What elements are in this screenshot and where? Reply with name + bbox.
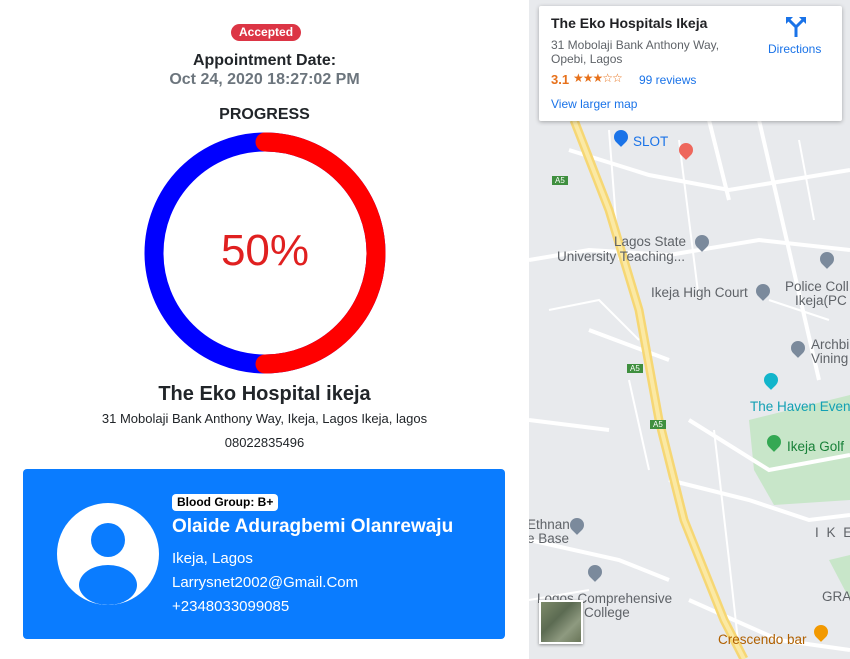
map-label-high-court: Ikeja High Court [651,285,748,300]
view-larger-map-link[interactable]: View larger map [551,97,637,111]
reviews-link[interactable]: 99 reviews [639,73,696,87]
map-label-police-2: Ikeja(PC [795,293,847,308]
user-icon [79,523,137,605]
road-label-a5-3: A5 [650,420,666,429]
road-label-a5-1: A5 [552,176,568,185]
appointment-date-value: Oct 24, 2020 18:27:02 PM [169,71,360,88]
place-address-line1: 31 Mobolaji Bank Anthony Way, [551,38,720,52]
progress-ring: 50% [144,132,386,374]
map-label-ikeja-area: I K E [815,525,850,540]
map-label-haven: The Haven Even [750,399,850,414]
patient-location: Ikeja, Lagos [172,550,253,567]
appointment-date-label: Appointment Date: [192,52,337,69]
avatar [57,503,159,605]
status-badge: Accepted [231,24,302,41]
patient-card: Blood Group: B+ Olaide Aduragbemi Olanre… [23,469,505,639]
map-label-comp-2: College [584,605,630,620]
map-label-slot: SLOT [633,134,669,149]
map-label-police-1: Police Coll [785,279,849,294]
patient-name: Olaide Aduragbemi Olanrewaju [172,516,454,537]
map-label-ethnan-2: e Base [529,531,570,546]
road-label-a5-2: A5 [627,364,643,373]
patient-phone: +2348033099085 [172,598,290,615]
place-address-line2: Opebi, Lagos [551,52,623,66]
hospital-address: 31 Mobolaji Bank Anthony Way, Ikeja, Lag… [101,411,428,426]
map-label-archbi-2: Vining [811,351,849,366]
place-rating: 3.1 [551,72,570,87]
directions-icon[interactable] [785,16,807,38]
hospital-phone: 08022835496 [224,435,305,450]
map-embed[interactable]: SLOT Lagos State University Teaching... … [529,0,850,659]
appointment-panel: Accepted Appointment Date: Oct 24, 2020 … [0,0,529,659]
satellite-view-toggle[interactable] [539,600,583,644]
patient-email: Larrysnet2002@Gmail.Com [172,574,359,591]
map-label-gra: GRA [822,589,850,604]
map-label-crescendo: Crescendo bar [718,632,807,647]
map-label-lasu-1: Lagos State [614,234,687,249]
progress-title: PROGRESS [219,106,310,123]
blood-group-badge: Blood Group: B+ [172,494,279,511]
place-info-card: The Eko Hospitals Ikeja 31 Mobolaji Bank… [539,6,842,121]
place-title: The Eko Hospitals Ikeja [551,15,708,31]
hospital-name: The Eko Hospital ikeja [158,383,371,405]
progress-percent: 50% [221,226,309,275]
rating-stars: ★★★☆☆ [573,71,623,85]
map-label-ethnan-1: Ethnan [529,517,570,532]
directions-button[interactable]: Directions [768,42,821,56]
map-label-lasu-2: University Teaching... [557,249,686,264]
map-label-golf: Ikeja Golf [787,439,845,454]
map-label-archbi-1: Archbi [811,337,850,352]
